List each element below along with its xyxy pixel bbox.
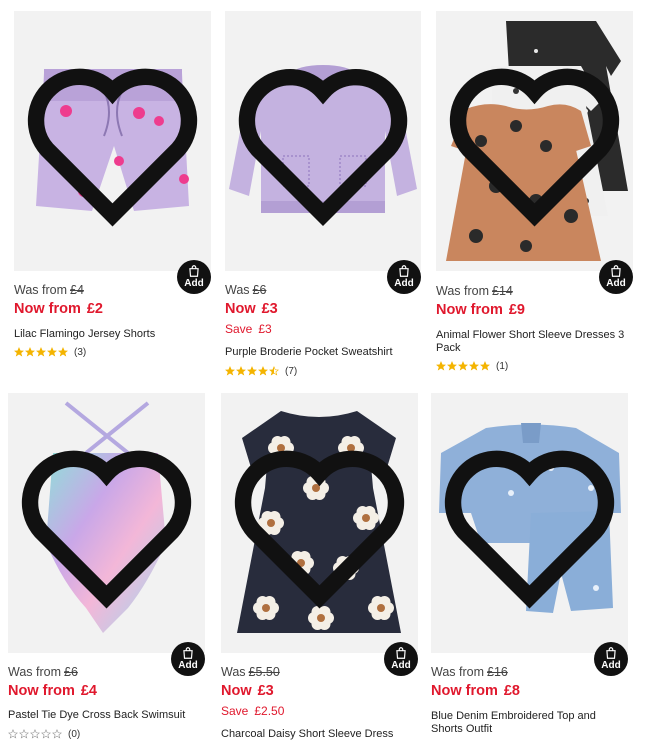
wishlist-heart-icon[interactable]: [225, 11, 421, 271]
product-image[interactable]: [436, 11, 633, 271]
product-title[interactable]: Blue Denim Embroidered Top and Shorts Ou…: [431, 710, 611, 736]
review-count: (3): [74, 346, 87, 358]
star-icon: [36, 347, 46, 357]
add-label: Add: [394, 277, 414, 289]
product-image[interactable]: [431, 393, 628, 653]
add-to-bag-button[interactable]: Add: [387, 260, 421, 294]
bag-icon: [183, 646, 193, 659]
wishlist-heart-icon[interactable]: [14, 11, 211, 271]
product-image[interactable]: [14, 11, 211, 271]
now-price: Now from £4: [8, 683, 97, 699]
star-icon: [19, 729, 29, 739]
add-to-bag-button[interactable]: Add: [177, 260, 211, 294]
review-count: (7): [285, 365, 298, 377]
bag-icon: [606, 646, 616, 659]
save-amount: Save £2.50: [221, 704, 285, 718]
wishlist-heart-icon[interactable]: [431, 393, 628, 653]
wishlist-heart-icon[interactable]: [221, 393, 418, 653]
bag-icon: [396, 646, 406, 659]
product-title[interactable]: Purple Broderie Pocket Sweatshirt: [225, 346, 415, 359]
now-price: Now from £9: [436, 302, 525, 318]
rating: (0): [8, 728, 80, 740]
was-price: Was from £14: [436, 284, 513, 298]
star-icon: [458, 361, 468, 371]
star-icon: [236, 366, 246, 376]
star-icon: [225, 366, 235, 376]
star-icon: [469, 361, 479, 371]
product-title[interactable]: Lilac Flamingo Jersey Shorts: [14, 328, 204, 341]
bag-icon: [189, 264, 199, 277]
star-icon: [258, 366, 268, 376]
product-image[interactable]: [225, 11, 421, 271]
save-amount: Save £3: [225, 322, 272, 336]
star-icon: [52, 729, 62, 739]
star-icon: [58, 347, 68, 357]
star-icon: [47, 347, 57, 357]
add-label: Add: [178, 659, 198, 671]
add-to-bag-button[interactable]: Add: [594, 642, 628, 676]
add-label: Add: [184, 277, 204, 289]
star-icon: [447, 361, 457, 371]
product-title[interactable]: Animal Flower Short Sleeve Dresses 3 Pac…: [436, 329, 626, 355]
review-count: (0): [68, 728, 81, 740]
was-price: Was from £16: [431, 665, 508, 679]
product-title[interactable]: Pastel Tie Dye Cross Back Swimsuit: [8, 709, 198, 722]
bag-icon: [611, 264, 621, 277]
add-label: Add: [391, 659, 411, 671]
wishlist-heart-icon[interactable]: [436, 11, 633, 271]
add-label: Add: [601, 659, 621, 671]
rating: (7): [225, 365, 297, 377]
now-price: Now £3: [221, 683, 274, 699]
was-price: Was £5.50: [221, 665, 280, 679]
add-to-bag-button[interactable]: Add: [384, 642, 418, 676]
star-icon: [25, 347, 35, 357]
rating: (3): [14, 346, 86, 358]
was-price: Was from £6: [8, 665, 78, 679]
now-price: Now £3: [225, 301, 278, 317]
star-icon: [30, 729, 40, 739]
now-price: Now from £8: [431, 683, 520, 699]
add-to-bag-button[interactable]: Add: [171, 642, 205, 676]
now-price: Now from £2: [14, 301, 103, 317]
star-icon: [269, 366, 279, 376]
product-title[interactable]: Charcoal Daisy Short Sleeve Dress: [221, 728, 411, 741]
review-count: (1): [496, 360, 509, 372]
rating: (1): [436, 360, 508, 372]
star-icon: [8, 729, 18, 739]
star-icon: [436, 361, 446, 371]
star-icon: [247, 366, 257, 376]
product-image[interactable]: [8, 393, 205, 653]
product-image[interactable]: [221, 393, 418, 653]
wishlist-heart-icon[interactable]: [8, 393, 205, 653]
was-price: Was from £4: [14, 283, 84, 297]
was-price: Was £6: [225, 283, 267, 297]
star-icon: [480, 361, 490, 371]
add-label: Add: [606, 277, 626, 289]
star-icon: [41, 729, 51, 739]
star-icon: [14, 347, 24, 357]
add-to-bag-button[interactable]: Add: [599, 260, 633, 294]
bag-icon: [399, 264, 409, 277]
